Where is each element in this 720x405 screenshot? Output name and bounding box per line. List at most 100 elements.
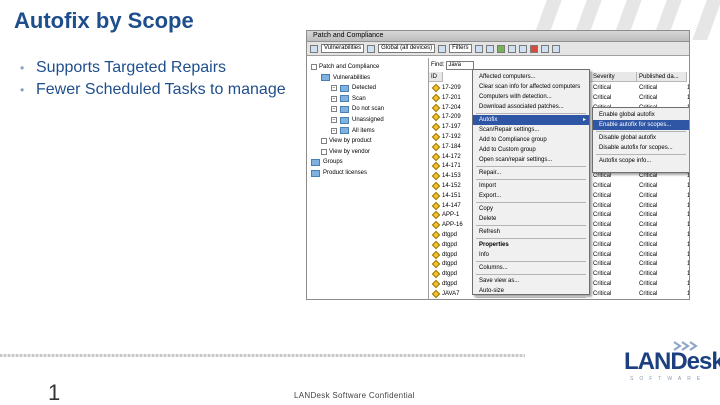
menu-item[interactable]: Import — [473, 181, 589, 191]
menu-item[interactable]: Download associated patches... — [473, 102, 589, 112]
menu-item[interactable]: Clear scan info for affected computers — [473, 82, 589, 92]
tree-item[interactable]: View by product — [321, 136, 372, 146]
menu-item[interactable]: Export... — [473, 191, 589, 201]
tree-item[interactable]: Patch and Compliance — [311, 62, 379, 72]
menu-item-label: Scan/Repair settings... — [479, 127, 540, 133]
tree-item[interactable]: Groups — [311, 157, 343, 167]
menu-item[interactable]: Properties — [473, 240, 589, 250]
refresh-icon[interactable] — [485, 44, 494, 53]
repair-icon[interactable] — [496, 44, 505, 53]
tree-item-label: View by product — [329, 138, 372, 145]
tree-item[interactable]: − All items — [331, 126, 375, 136]
cell-published: Critical — [639, 94, 658, 101]
toolbar: Vulnerabilities Global (all devices) Fil… — [307, 42, 689, 56]
menu-item[interactable]: Refresh — [473, 299, 589, 300]
menu-item[interactable]: Autofix ▸ — [473, 115, 589, 125]
cell-id: 14-153 — [442, 173, 461, 180]
collapse-icon[interactable]: − — [331, 127, 337, 134]
type-combo[interactable]: Vulnerabilities — [321, 44, 365, 53]
menu-item[interactable]: Affected computers... — [473, 72, 589, 82]
menu-item-label: Delete — [479, 216, 497, 222]
menu-item[interactable]: Add to Custom group — [473, 145, 589, 155]
cell-id: APP-16 — [442, 222, 463, 229]
cell-end: 1 — [687, 299, 689, 300]
vulnerability-icon — [431, 171, 441, 181]
cell-severity: Critical — [593, 222, 612, 229]
menu-separator — [476, 113, 586, 114]
cell-published: Critical — [639, 85, 658, 91]
menu-item-label: Autofix — [479, 117, 498, 123]
menu-separator — [476, 274, 586, 275]
tree-item[interactable]: Product licenses — [311, 168, 367, 178]
filter-icon[interactable] — [367, 44, 376, 53]
properties-icon[interactable] — [518, 44, 527, 53]
cell-id: 17-197 — [442, 124, 461, 131]
menu-item[interactable]: Disable autofix for scopes... — [593, 143, 689, 153]
window-title: Patch and Compliance — [313, 32, 384, 39]
tree-item[interactable]: − Unassigned — [331, 115, 384, 125]
vulnerability-icon — [431, 122, 441, 132]
menu-item-label: Save view as... — [479, 278, 520, 284]
find-input[interactable] — [446, 60, 475, 70]
menu-item-label: Auto-size — [479, 288, 505, 294]
collapse-icon[interactable]: − — [331, 117, 337, 123]
cell-end: 1 — [687, 279, 689, 289]
cell-severity: Critical — [593, 299, 611, 300]
filters-combo[interactable]: Filters — [449, 44, 472, 53]
collapse-icon[interactable]: − — [331, 95, 337, 102]
menu-item-label: Enable autofix for scopes... — [599, 122, 672, 128]
scope-combo[interactable]: Global (all devices) — [378, 44, 436, 53]
menu-item[interactable]: Autofix scope info... — [593, 156, 689, 166]
menu-item[interactable]: Delete — [473, 214, 589, 224]
collapse-icon[interactable]: − — [331, 106, 337, 113]
menu-item[interactable]: Copy — [473, 204, 589, 214]
menu-separator — [476, 238, 586, 239]
menu-item[interactable]: Refresh — [473, 227, 589, 237]
menu-item[interactable]: Open scan/repair settings... — [473, 155, 589, 165]
vulnerability-icon — [431, 191, 441, 201]
vulnerability-icon — [431, 269, 441, 279]
tree-item[interactable]: − Do not scan — [331, 104, 384, 114]
column-header-severity[interactable]: Severity — [591, 72, 637, 82]
vulnerability-icon — [431, 220, 441, 230]
menu-item[interactable]: Add to Compliance group — [473, 135, 589, 145]
folder-icon — [321, 74, 330, 82]
menu-item[interactable]: Auto-size — [473, 286, 589, 296]
copy-icon[interactable] — [540, 44, 549, 53]
menu-item[interactable]: Disable global autofix — [593, 133, 689, 143]
help-icon[interactable] — [551, 44, 560, 53]
collapse-icon[interactable]: − — [331, 85, 337, 92]
vulnerability-icon — [431, 83, 441, 93]
vulnerability-icon — [431, 240, 441, 250]
cell-severity: Critical — [593, 183, 612, 189]
cell-published: Critical — [639, 290, 658, 297]
tree-item-label: Do not scan — [352, 106, 385, 113]
menu-item-label: Download associated patches... — [479, 104, 564, 110]
menu-item[interactable]: Computers with detection... — [473, 92, 589, 102]
menu-item[interactable]: Save view as... — [473, 276, 589, 286]
context-menu: Affected computers... Clear scan info for… — [472, 69, 590, 298]
cell-published: Critical — [639, 299, 657, 300]
back-icon[interactable] — [310, 44, 318, 53]
scan-icon[interactable] — [507, 44, 516, 53]
menu-item[interactable]: Columns... — [473, 263, 589, 273]
tree-item[interactable]: Vulnerabilities — [321, 73, 370, 83]
menu-item[interactable]: Scan/Repair settings... — [473, 125, 589, 135]
tree-item[interactable]: View by vendor — [321, 147, 370, 157]
cell-severity: Critical — [593, 94, 612, 101]
cell-id: 17-204 — [442, 104, 461, 111]
cell-published: Critical — [639, 212, 658, 219]
column-header-id[interactable]: ID — [429, 72, 443, 82]
menu-item[interactable]: Enable global autofix — [593, 110, 689, 120]
menu-item[interactable]: Info — [473, 250, 589, 260]
menu-item[interactable]: Enable autofix for scopes... — [593, 120, 689, 130]
bullet-item: • Fewer Scheduled Tasks to manage — [20, 80, 300, 100]
menu-item[interactable]: Repair... — [473, 168, 589, 178]
delete-icon[interactable] — [529, 44, 538, 53]
column-header-published[interactable]: Published da... — [637, 72, 687, 82]
download-icon[interactable] — [474, 44, 483, 53]
gear-icon[interactable] — [438, 44, 447, 53]
tree-item[interactable]: − Detected — [331, 83, 376, 93]
tree-item[interactable]: − Scan — [331, 94, 366, 104]
menu-item-label: Add to Custom group — [479, 147, 536, 153]
